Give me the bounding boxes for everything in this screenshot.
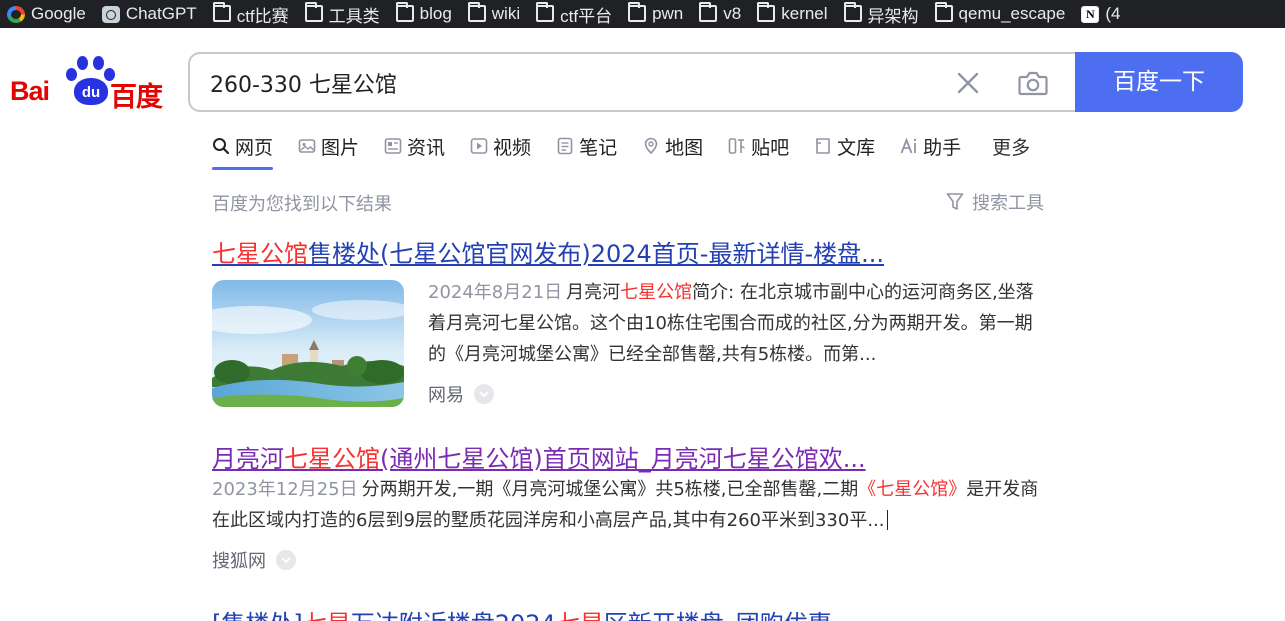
- chatgpt-icon: [101, 5, 120, 23]
- result-source-2[interactable]: 搜狐网: [212, 547, 296, 573]
- folder-icon: [467, 1, 486, 22]
- tab-assistant[interactable]: 助手: [900, 128, 961, 164]
- ai-icon: [900, 137, 917, 154]
- tab-tieba[interactable]: 贴吧: [728, 128, 789, 164]
- note-icon: [557, 137, 573, 155]
- video-icon: [470, 138, 488, 154]
- tab-web[interactable]: 网页: [212, 128, 274, 170]
- folder-icon: [536, 1, 555, 22]
- folder-icon: [395, 1, 414, 22]
- chevron-down-icon[interactable]: [276, 550, 296, 570]
- result-snippet-1: 2024年8月21日 月亮河七星公馆简介: 在北京城市副中心的运河商务区,坐落着月…: [428, 282, 1034, 365]
- bookmark-folder-tools[interactable]: 工具类: [298, 0, 389, 28]
- tab-notes[interactable]: 笔记: [556, 128, 617, 164]
- tab-more[interactable]: 更多: [992, 128, 1030, 164]
- logo-chinese-text: 百度: [110, 82, 163, 113]
- result-source-1[interactable]: 网易: [428, 381, 494, 407]
- tab-images[interactable]: 图片: [298, 128, 359, 164]
- search-icon: [213, 138, 230, 155]
- notion-icon: N: [1081, 5, 1100, 23]
- google-icon: [7, 5, 25, 23]
- result-count: 百度为您找到以下结果: [212, 194, 392, 215]
- bookmark-folder-ctf[interactable]: ctf比赛: [206, 0, 298, 28]
- result-title-2[interactable]: 月亮河七星公馆(通州七星公馆)首页网站_月亮河七星公馆欢...: [212, 439, 866, 474]
- tab-wenku[interactable]: 文库: [814, 128, 875, 164]
- logo-paw-text: du: [74, 78, 108, 105]
- bookmark-chatgpt[interactable]: ChatGPT: [95, 0, 206, 28]
- result-title-3[interactable]: [售楼处]七星万达附近楼盘2024七星区新开楼盘_团购优惠: [212, 604, 832, 621]
- landscape-image: [212, 280, 404, 407]
- news-icon: [384, 138, 402, 154]
- folder-icon: [843, 1, 862, 22]
- folder-icon: [212, 1, 231, 22]
- bookmark-google[interactable]: Google: [0, 0, 95, 28]
- tieba-icon: [728, 138, 745, 154]
- image-icon: [298, 139, 316, 153]
- text-cursor: [886, 510, 888, 530]
- search-tools-button[interactable]: 搜索工具: [946, 189, 1044, 215]
- folder-icon: [934, 1, 953, 22]
- result-thumbnail-image[interactable]: [212, 280, 404, 407]
- bookmarks-bar: Google ChatGPT ctf比赛 工具类 blog wiki ctf平台…: [0, 0, 1285, 28]
- tab-news[interactable]: 资讯: [384, 128, 445, 164]
- doc-icon: [816, 138, 830, 154]
- paw-icon: du: [66, 56, 115, 106]
- filter-icon: [946, 193, 964, 210]
- search-input[interactable]: [210, 64, 930, 102]
- search-box: [188, 52, 1078, 112]
- bookmark-folder-blog[interactable]: blog: [389, 0, 461, 28]
- bookmark-notion[interactable]: N (4: [1074, 0, 1129, 28]
- close-icon[interactable]: [955, 70, 981, 96]
- bookmark-folder-wiki[interactable]: wiki: [461, 0, 529, 28]
- bookmark-folder-kernel[interactable]: kernel: [750, 0, 836, 28]
- folder-icon: [628, 1, 647, 22]
- folder-icon: [699, 1, 718, 22]
- search-button[interactable]: 百度一下: [1075, 52, 1243, 112]
- folder-icon: [304, 1, 323, 22]
- baidu-logo[interactable]: Bai du 百度: [10, 56, 166, 113]
- map-icon: [644, 137, 658, 155]
- bookmark-folder-pwn[interactable]: pwn: [621, 0, 692, 28]
- logo-latin-text: Bai: [10, 76, 50, 106]
- result-snippet-2: 2023年12月25日 分两期开发,一期《月亮河城堡公寓》共5栋楼,已全部售罄,二…: [212, 479, 1039, 531]
- bookmark-folder-ctf-platform[interactable]: ctf平台: [529, 0, 621, 28]
- tab-video[interactable]: 视频: [470, 128, 531, 164]
- bookmark-folder-qemu[interactable]: qemu_escape: [928, 0, 1075, 28]
- camera-icon[interactable]: [1017, 68, 1049, 98]
- bookmark-folder-arch[interactable]: 异架构: [837, 0, 928, 28]
- result-title-1[interactable]: 七星公馆售楼处(七星公馆官网发布)2024首页-最新详情-楼盘...: [212, 234, 884, 269]
- chevron-down-icon[interactable]: [474, 384, 494, 404]
- search-tabs: 网页 图片 资讯 视频 笔记 地图 贴吧 文库 助手 更多: [212, 128, 1055, 172]
- tab-map[interactable]: 地图: [642, 128, 703, 164]
- folder-icon: [757, 1, 776, 22]
- bookmark-folder-v8[interactable]: v8: [692, 0, 750, 28]
